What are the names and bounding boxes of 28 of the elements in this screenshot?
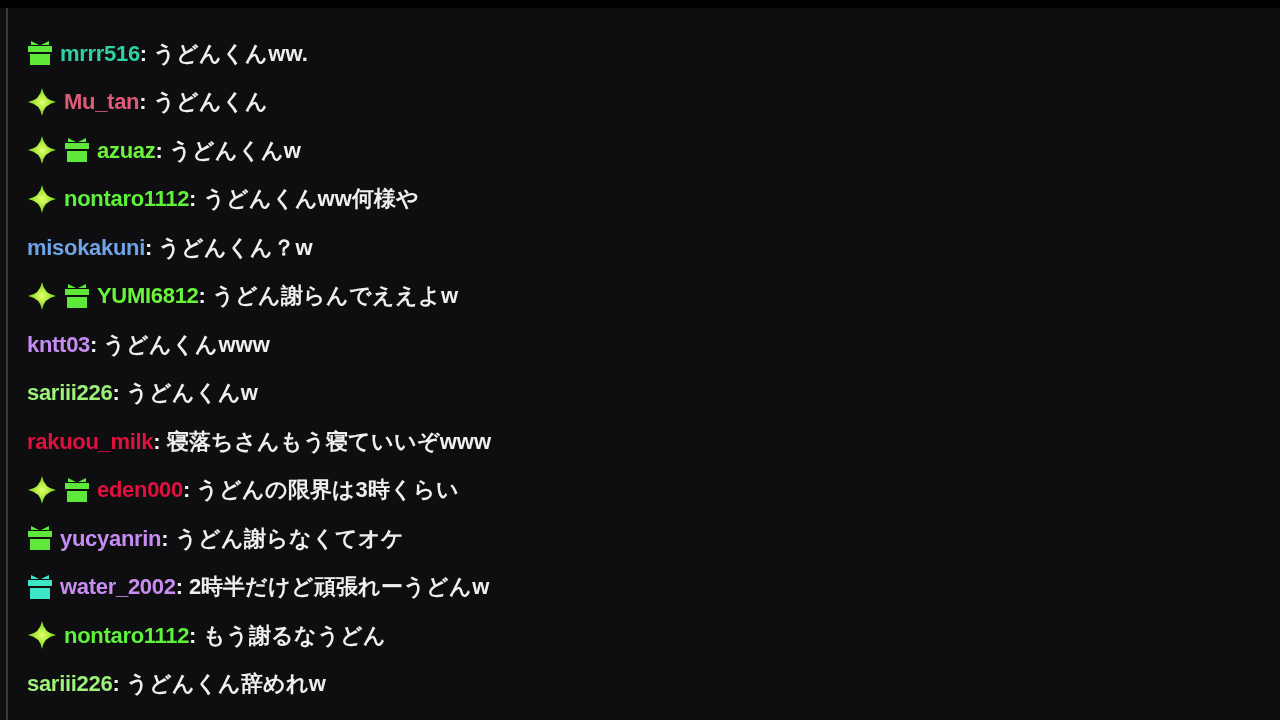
username[interactable]: YUMI6812 (97, 279, 199, 313)
chat-message: : うどんくんw (112, 379, 258, 408)
chat-message: : 寝落ちさんもう寝ていいぞwww (153, 427, 492, 456)
username[interactable]: misokakuni (27, 230, 146, 264)
chat-message: : うどん謝らんでええよw (198, 282, 459, 311)
chat-message: : もう謝るなうどん (189, 621, 386, 650)
chat-message: : うどんくんww. (139, 39, 308, 68)
username[interactable]: kntt03 (27, 327, 90, 361)
username[interactable]: nontaro1112 (64, 618, 190, 652)
chat-message: : うどんくん辞めれw (112, 670, 326, 699)
username[interactable]: nontaro1112 (64, 182, 190, 216)
chat-message: : うどんくんw (155, 136, 301, 165)
username[interactable]: Mu_tan (64, 85, 140, 119)
chat-message: : うどんくん (139, 88, 268, 117)
username[interactable]: azuaz (97, 133, 156, 167)
username[interactable]: eden000 (97, 473, 183, 507)
chat-message: : 2時半だけど頑張れーうどんw (175, 573, 490, 602)
username[interactable]: mrrr516 (60, 36, 140, 70)
username[interactable]: yucyanrin (60, 521, 162, 555)
chat-message: : うどん謝らなくてオケ (161, 524, 404, 553)
chat-message: : うどんの限界は3時くらい (182, 476, 459, 505)
username[interactable]: sariii226 (27, 376, 113, 410)
chat-message: : うどんくん？w (145, 233, 313, 262)
username[interactable]: sariii226 (27, 667, 113, 701)
username[interactable]: water_2002 (60, 570, 176, 604)
chat-message: : うどんくんwww (90, 330, 270, 359)
chat-message: : うどんくんww何様や (189, 185, 419, 214)
username[interactable]: rakuou_milk (27, 424, 154, 458)
